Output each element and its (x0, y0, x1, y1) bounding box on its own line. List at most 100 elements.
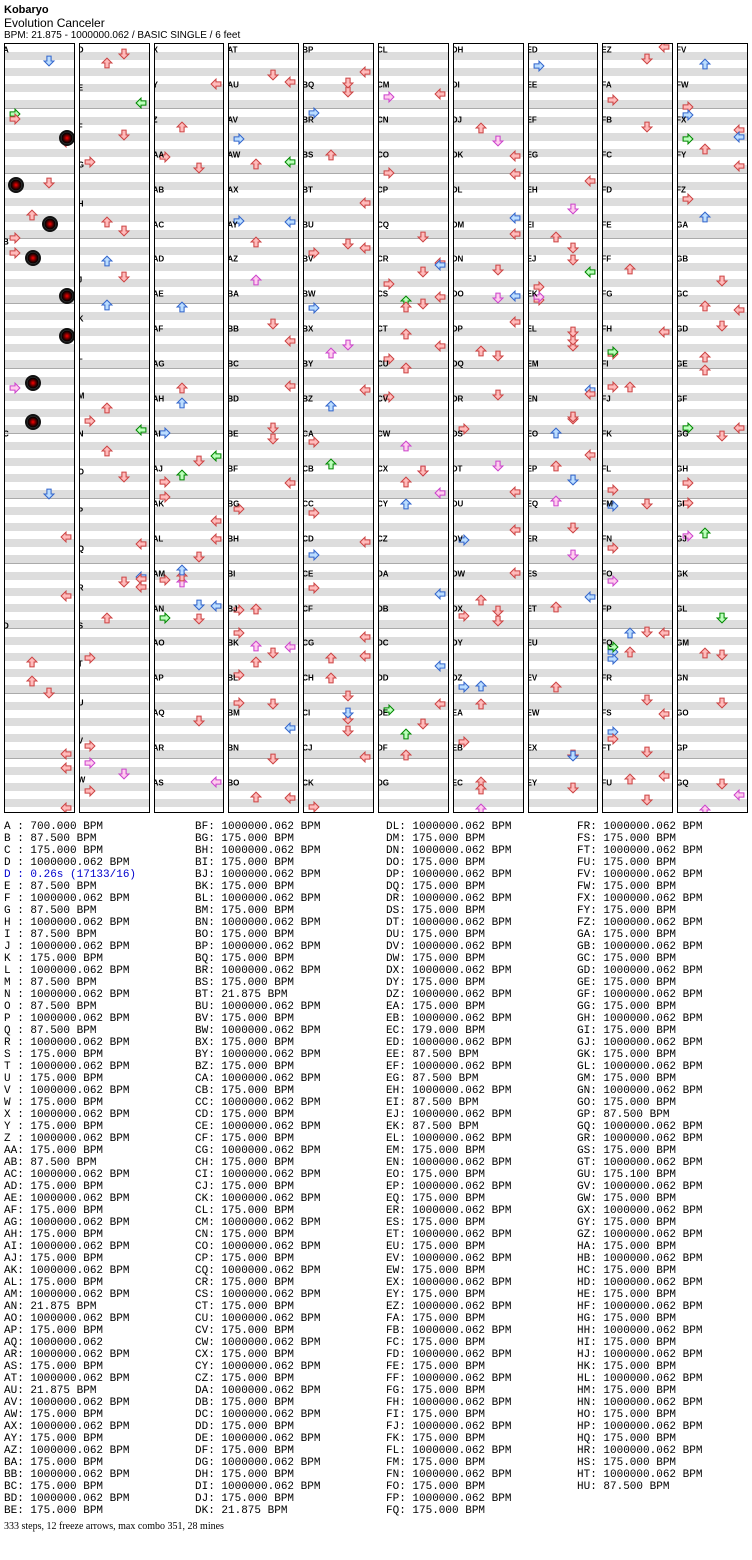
step-arrow (134, 537, 148, 551)
step-arrow (8, 246, 22, 260)
step-arrow (341, 338, 355, 352)
step-arrow (59, 761, 73, 775)
step-arrow (416, 297, 430, 311)
step-arrow (433, 339, 447, 353)
step-arrow (657, 707, 671, 721)
step-arrow (192, 454, 206, 468)
step-column: BPBQBRBSBTBUBVBWBXBYBZCACBCCCDCECFCGCHCI… (303, 43, 374, 813)
step-arrow (681, 529, 695, 543)
mine (8, 177, 22, 191)
step-arrow (232, 603, 246, 617)
step-arrow (158, 426, 172, 440)
step-arrow (623, 626, 637, 640)
artist: Kobaryo (4, 4, 748, 16)
step-arrow (399, 361, 413, 375)
step-arrow (433, 290, 447, 304)
step-arrow (158, 150, 172, 164)
step-arrow (382, 166, 396, 180)
step-arrow (83, 784, 97, 798)
step-arrow (249, 273, 263, 287)
step-arrow (698, 142, 712, 156)
step-arrow (474, 344, 488, 358)
step-arrow (209, 514, 223, 528)
step-arrow (698, 526, 712, 540)
step-arrow (266, 646, 280, 660)
step-arrow (209, 449, 223, 463)
step-arrow (341, 237, 355, 251)
step-arrow (341, 706, 355, 720)
step-arrow (491, 134, 505, 148)
step-arrow (232, 668, 246, 682)
step-arrow (249, 235, 263, 249)
step-arrow (100, 215, 114, 229)
step-arrow (399, 727, 413, 741)
step-arrow (532, 59, 546, 73)
step-arrow (307, 581, 321, 595)
step-arrow (341, 689, 355, 703)
step-arrow (583, 265, 597, 279)
step-arrow (382, 390, 396, 404)
step-arrow (549, 680, 563, 694)
step-arrow (681, 496, 695, 510)
step-arrow (657, 769, 671, 783)
step-arrow (192, 714, 206, 728)
mine (59, 328, 73, 342)
step-column: ABCD (4, 43, 75, 813)
step-arrow (549, 459, 563, 473)
step-arrow (25, 674, 39, 688)
step-arrow (508, 315, 522, 329)
step-arrow (508, 566, 522, 580)
step-arrow (266, 697, 280, 711)
mine (59, 130, 73, 144)
step-arrow (681, 132, 695, 146)
step-arrow (549, 426, 563, 440)
step-arrow (358, 241, 372, 255)
step-arrow (158, 475, 172, 489)
step-arrow (698, 363, 712, 377)
step-arrow (25, 208, 39, 222)
step-arrow (491, 459, 505, 473)
step-arrow (134, 423, 148, 437)
step-arrow (715, 611, 729, 625)
step-arrow (657, 325, 671, 339)
step-arrow (399, 327, 413, 341)
step-arrow (117, 270, 131, 284)
step-arrow (715, 696, 729, 710)
step-arrow (100, 611, 114, 625)
step-arrow (134, 580, 148, 594)
step-arrow (175, 563, 189, 577)
step-arrow (491, 349, 505, 363)
step-arrow (532, 290, 546, 304)
step-arrow (266, 68, 280, 82)
step-arrow (100, 444, 114, 458)
step-arrow (433, 587, 447, 601)
step-arrow (606, 380, 620, 394)
step-arrow (623, 772, 637, 786)
step-arrow (681, 108, 695, 122)
step-arrow (232, 626, 246, 640)
step-arrow (324, 671, 338, 685)
step-arrow (433, 697, 447, 711)
step-arrow (606, 483, 620, 497)
step-arrow (457, 422, 471, 436)
step-arrow (283, 334, 297, 348)
step-arrow (474, 593, 488, 607)
step-arrow (657, 626, 671, 640)
step-arrow (117, 575, 131, 589)
step-arrow (100, 56, 114, 70)
step-arrow (283, 75, 297, 89)
step-arrow (307, 301, 321, 315)
step-arrow (382, 352, 396, 366)
step-arrow (732, 421, 746, 435)
step-arrow (416, 265, 430, 279)
song-title: Evolution Canceler (4, 16, 748, 30)
step-arrow (457, 680, 471, 694)
step-arrow (732, 159, 746, 173)
step-arrow (175, 300, 189, 314)
step-arrow (508, 167, 522, 181)
step-arrow (399, 748, 413, 762)
step-arrow (508, 523, 522, 537)
step-arrow (715, 319, 729, 333)
step-arrow (8, 112, 22, 126)
step-arrow (640, 120, 654, 134)
